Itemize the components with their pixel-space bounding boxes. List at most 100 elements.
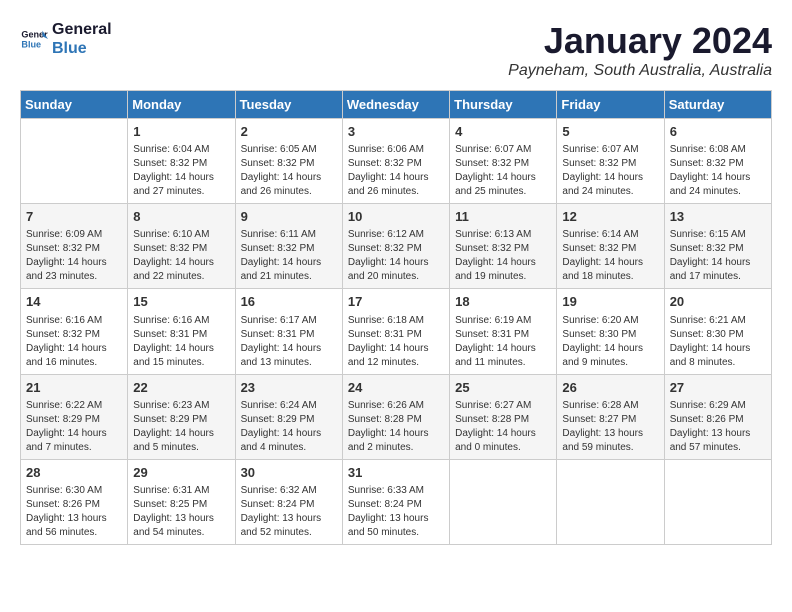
calendar-cell: 29 Sunrise: 6:31 AMSunset: 8:25 PMDayligh… — [128, 459, 235, 544]
day-info: Sunrise: 6:11 AMSunset: 8:32 PMDaylight:… — [241, 228, 337, 284]
calendar-cell: 4 Sunrise: 6:07 AMSunset: 8:32 PMDaylight… — [450, 119, 557, 204]
day-number: 14 — [26, 293, 122, 311]
day-number: 12 — [562, 208, 658, 226]
day-info: Sunrise: 6:16 AMSunset: 8:31 PMDaylight:… — [133, 314, 229, 370]
day-info: Sunrise: 6:07 AMSunset: 8:32 PMDaylight:… — [455, 143, 551, 199]
calendar-cell: 1Sunrise: 6:04 AMSunset: 8:32 PMDaylight… — [128, 119, 235, 204]
calendar-cell: 28 Sunrise: 6:30 AMSunset: 8:26 PMDayligh… — [21, 459, 128, 544]
day-number: 15 — [133, 293, 229, 311]
calendar-cell: 15 Sunrise: 6:16 AMSunset: 8:31 PMDayligh… — [128, 289, 235, 374]
calendar-week-1: 1Sunrise: 6:04 AMSunset: 8:32 PMDaylight… — [21, 119, 772, 204]
day-info: Sunrise: 6:22 AMSunset: 8:29 PMDaylight:… — [26, 399, 122, 455]
day-info: Sunrise: 6:05 AMSunset: 8:32 PMDaylight:… — [241, 143, 337, 199]
logo-text-blue: Blue — [52, 39, 112, 58]
calendar-cell: 6Sunrise: 6:08 AMSunset: 8:32 PMDaylight… — [664, 119, 771, 204]
day-number: 31 — [348, 464, 444, 482]
calendar-cell: 10 Sunrise: 6:12 AMSunset: 8:32 PMDayligh… — [342, 204, 449, 289]
calendar-cell: 20 Sunrise: 6:21 AMSunset: 8:30 PMDayligh… — [664, 289, 771, 374]
day-number: 29 — [133, 464, 229, 482]
svg-text:Blue: Blue — [21, 40, 41, 50]
calendar-cell: 27 Sunrise: 6:29 AMSunset: 8:26 PMDayligh… — [664, 374, 771, 459]
day-number: 24 — [348, 379, 444, 397]
day-number: 8 — [133, 208, 229, 226]
day-info: Sunrise: 6:28 AMSunset: 8:27 PMDaylight:… — [562, 399, 658, 455]
day-number: 20 — [670, 293, 766, 311]
day-number: 17 — [348, 293, 444, 311]
day-number: 28 — [26, 464, 122, 482]
title-area: January 2024 Payneham, South Australia, … — [508, 20, 772, 80]
day-info: Sunrise: 6:12 AMSunset: 8:32 PMDaylight:… — [348, 228, 444, 284]
day-number: 7 — [26, 208, 122, 226]
calendar-cell — [557, 459, 664, 544]
header-row: Sunday Monday Tuesday Wednesday Thursday… — [21, 91, 772, 119]
day-info: Sunrise: 6:17 AMSunset: 8:31 PMDaylight:… — [241, 314, 337, 370]
day-info: Sunrise: 6:20 AMSunset: 8:30 PMDaylight:… — [562, 314, 658, 370]
calendar-week-4: 21 Sunrise: 6:22 AMSunset: 8:29 PMDayligh… — [21, 374, 772, 459]
day-info: Sunrise: 6:16 AMSunset: 8:32 PMDaylight:… — [26, 314, 122, 370]
calendar-cell: 21 Sunrise: 6:22 AMSunset: 8:29 PMDayligh… — [21, 374, 128, 459]
day-info: Sunrise: 6:30 AMSunset: 8:26 PMDaylight:… — [26, 484, 122, 540]
day-info: Sunrise: 6:31 AMSunset: 8:25 PMDaylight:… — [133, 484, 229, 540]
day-number: 30 — [241, 464, 337, 482]
day-info: Sunrise: 6:32 AMSunset: 8:24 PMDaylight:… — [241, 484, 337, 540]
calendar-cell: 14 Sunrise: 6:16 AMSunset: 8:32 PMDayligh… — [21, 289, 128, 374]
day-info: Sunrise: 6:06 AMSunset: 8:32 PMDaylight:… — [348, 143, 444, 199]
day-info: Sunrise: 6:23 AMSunset: 8:29 PMDaylight:… — [133, 399, 229, 455]
calendar-cell: 7 Sunrise: 6:09 AMSunset: 8:32 PMDaylight… — [21, 204, 128, 289]
header-wednesday: Wednesday — [342, 91, 449, 119]
logo-text-general: General — [52, 20, 112, 39]
day-info: Sunrise: 6:09 AMSunset: 8:32 PMDaylight:… — [26, 228, 122, 284]
calendar-cell: 11Sunrise: 6:13 AMSunset: 8:32 PMDayligh… — [450, 204, 557, 289]
calendar-header: Sunday Monday Tuesday Wednesday Thursday… — [21, 91, 772, 119]
header-friday: Friday — [557, 91, 664, 119]
day-number: 11 — [455, 208, 551, 226]
month-title: January 2024 — [508, 20, 772, 62]
day-info: Sunrise: 6:08 AMSunset: 8:32 PMDaylight:… — [670, 143, 766, 199]
header-thursday: Thursday — [450, 91, 557, 119]
day-number: 10 — [348, 208, 444, 226]
day-number: 5 — [562, 123, 658, 141]
day-info: Sunrise: 6:14 AMSunset: 8:32 PMDaylight:… — [562, 228, 658, 284]
calendar-cell: 9 Sunrise: 6:11 AMSunset: 8:32 PMDaylight… — [235, 204, 342, 289]
day-number: 4 — [455, 123, 551, 141]
day-number: 25 — [455, 379, 551, 397]
calendar-table: Sunday Monday Tuesday Wednesday Thursday… — [20, 90, 772, 545]
logo-icon: General Blue — [20, 25, 48, 53]
day-number: 19 — [562, 293, 658, 311]
calendar-week-3: 14 Sunrise: 6:16 AMSunset: 8:32 PMDayligh… — [21, 289, 772, 374]
calendar-cell: 17Sunrise: 6:18 AMSunset: 8:31 PMDayligh… — [342, 289, 449, 374]
day-info: Sunrise: 6:19 AMSunset: 8:31 PMDaylight:… — [455, 314, 551, 370]
day-number: 9 — [241, 208, 337, 226]
calendar-cell: 23Sunrise: 6:24 AMSunset: 8:29 PMDayligh… — [235, 374, 342, 459]
header: General Blue General Blue January 2024 P… — [20, 20, 772, 80]
day-info: Sunrise: 6:24 AMSunset: 8:29 PMDaylight:… — [241, 399, 337, 455]
calendar-week-5: 28 Sunrise: 6:30 AMSunset: 8:26 PMDayligh… — [21, 459, 772, 544]
calendar-cell: 26Sunrise: 6:28 AMSunset: 8:27 PMDayligh… — [557, 374, 664, 459]
calendar-cell: 13Sunrise: 6:15 AMSunset: 8:32 PMDayligh… — [664, 204, 771, 289]
day-number: 27 — [670, 379, 766, 397]
day-info: Sunrise: 6:21 AMSunset: 8:30 PMDaylight:… — [670, 314, 766, 370]
calendar-cell: 19 Sunrise: 6:20 AMSunset: 8:30 PMDayligh… — [557, 289, 664, 374]
day-info: Sunrise: 6:33 AMSunset: 8:24 PMDaylight:… — [348, 484, 444, 540]
day-number: 21 — [26, 379, 122, 397]
calendar-cell: 22Sunrise: 6:23 AMSunset: 8:29 PMDayligh… — [128, 374, 235, 459]
calendar-cell — [450, 459, 557, 544]
day-info: Sunrise: 6:10 AMSunset: 8:32 PMDaylight:… — [133, 228, 229, 284]
calendar-cell — [21, 119, 128, 204]
calendar-cell: 30 Sunrise: 6:32 AMSunset: 8:24 PMDayligh… — [235, 459, 342, 544]
location-title: Payneham, South Australia, Australia — [508, 62, 772, 80]
day-info: Sunrise: 6:04 AMSunset: 8:32 PMDaylight:… — [133, 143, 229, 199]
day-info: Sunrise: 6:29 AMSunset: 8:26 PMDaylight:… — [670, 399, 766, 455]
calendar-body: 1Sunrise: 6:04 AMSunset: 8:32 PMDaylight… — [21, 119, 772, 545]
calendar-cell: 18 Sunrise: 6:19 AMSunset: 8:31 PMDayligh… — [450, 289, 557, 374]
day-number: 2 — [241, 123, 337, 141]
header-sunday: Sunday — [21, 91, 128, 119]
calendar-cell: 12 Sunrise: 6:14 AMSunset: 8:32 PMDayligh… — [557, 204, 664, 289]
day-info: Sunrise: 6:26 AMSunset: 8:28 PMDaylight:… — [348, 399, 444, 455]
day-number: 3 — [348, 123, 444, 141]
calendar-cell — [664, 459, 771, 544]
calendar-cell: 24 Sunrise: 6:26 AMSunset: 8:28 PMDayligh… — [342, 374, 449, 459]
day-number: 18 — [455, 293, 551, 311]
day-info: Sunrise: 6:27 AMSunset: 8:28 PMDaylight:… — [455, 399, 551, 455]
calendar-cell: 5Sunrise: 6:07 AMSunset: 8:32 PMDaylight… — [557, 119, 664, 204]
